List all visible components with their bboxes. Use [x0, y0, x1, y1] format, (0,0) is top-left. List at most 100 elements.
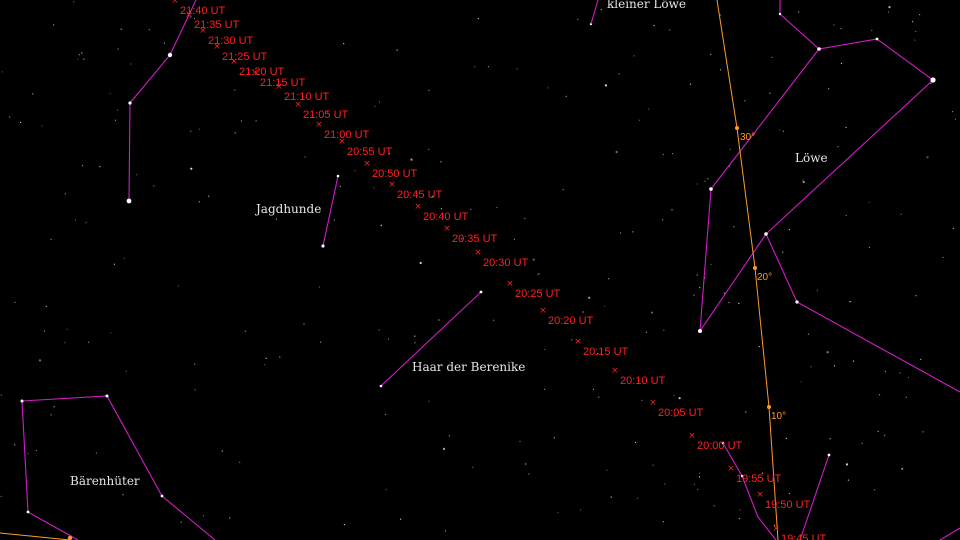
background-star — [604, 84, 608, 87]
background-star — [81, 52, 83, 54]
background-star — [598, 396, 600, 398]
background-star — [833, 24, 835, 26]
background-star — [852, 360, 855, 362]
background-star — [850, 301, 852, 303]
track-marker: × — [213, 42, 221, 52]
background-star — [528, 473, 530, 475]
background-star — [744, 100, 746, 102]
constellation-line-baerenhueter-west — [21, 400, 79, 540]
background-star — [88, 341, 90, 343]
background-star — [319, 341, 322, 343]
background-star — [474, 66, 476, 68]
background-star — [202, 515, 204, 517]
background-star — [470, 208, 472, 210]
background-star — [244, 330, 246, 332]
track-marker: × — [688, 431, 696, 441]
background-star — [177, 285, 180, 287]
background-star — [930, 82, 932, 85]
background-star — [537, 274, 539, 276]
background-star — [0, 495, 2, 497]
background-star — [208, 195, 210, 197]
background-star — [547, 87, 549, 89]
background-star — [807, 333, 810, 335]
background-star — [41, 125, 43, 127]
background-star — [38, 359, 42, 362]
track-marker: × — [171, 0, 179, 6]
bright-stars — [20, 12, 936, 514]
constellation-line-corner — [939, 527, 960, 540]
background-star — [782, 251, 784, 253]
background-star — [14, 444, 16, 446]
constellation-line-loewe-leg2 — [799, 454, 830, 540]
background-star — [861, 442, 863, 444]
background-star — [874, 489, 876, 491]
background-star — [884, 370, 887, 372]
background-star — [733, 226, 735, 228]
background-star — [66, 328, 68, 330]
background-star — [387, 338, 390, 340]
background-star — [769, 92, 771, 94]
background-star — [385, 489, 387, 491]
track-marker: × — [414, 202, 422, 212]
background-star — [400, 518, 402, 520]
track-marker: × — [772, 524, 780, 534]
star — [795, 300, 799, 304]
background-star — [64, 193, 66, 195]
track-marker: × — [443, 224, 451, 234]
horizon-line — [0, 532, 71, 540]
background-star — [729, 148, 731, 150]
constellation-line-loewe-head — [765, 0, 934, 235]
altitude-tick — [735, 126, 739, 130]
background-star — [840, 62, 843, 64]
background-star — [848, 301, 851, 303]
background-star — [264, 364, 266, 366]
background-star — [879, 394, 881, 396]
background-star — [888, 6, 891, 9]
background-star — [671, 153, 674, 155]
background-star — [384, 413, 387, 415]
constellation-line-loewe-mane — [699, 48, 960, 393]
background-star — [802, 179, 804, 181]
background-star — [673, 395, 675, 397]
background-star — [333, 219, 335, 221]
background-star — [110, 332, 112, 334]
background-star — [868, 201, 870, 203]
background-star — [428, 400, 430, 402]
background-star — [662, 153, 664, 156]
background-star — [671, 209, 673, 211]
track-time-label: 20:20 UT — [548, 315, 594, 327]
star — [20, 399, 24, 403]
altitude-tick — [67, 535, 73, 540]
background-star — [697, 488, 699, 490]
track-time-label: 20:05 UT — [658, 407, 704, 419]
background-star — [50, 414, 52, 416]
background-star — [190, 167, 193, 170]
background-star — [954, 118, 957, 120]
track-time-label: 20:10 UT — [620, 375, 666, 387]
background-star — [0, 394, 2, 396]
background-star — [81, 165, 84, 167]
track-marker: × — [506, 279, 514, 289]
background-star — [884, 434, 886, 436]
background-star — [20, 121, 22, 124]
background-star — [905, 396, 907, 398]
background-star — [524, 217, 526, 220]
background-star — [410, 158, 413, 161]
track-marker: × — [727, 464, 735, 474]
background-star — [444, 530, 447, 532]
background-star — [620, 232, 622, 234]
background-star — [354, 170, 356, 172]
background-star — [699, 287, 701, 289]
track-marker: × — [539, 306, 547, 316]
track-marker: × — [251, 68, 259, 78]
background-star — [915, 30, 917, 32]
background-star — [279, 356, 281, 358]
altitude-tick — [767, 405, 771, 409]
altitude-line — [0, 0, 779, 540]
star — [105, 394, 109, 398]
background-star — [802, 180, 805, 184]
track-time-label: 21:00 UT — [324, 129, 370, 141]
background-star — [782, 130, 785, 132]
background-star — [720, 69, 722, 71]
background-star — [519, 440, 521, 443]
